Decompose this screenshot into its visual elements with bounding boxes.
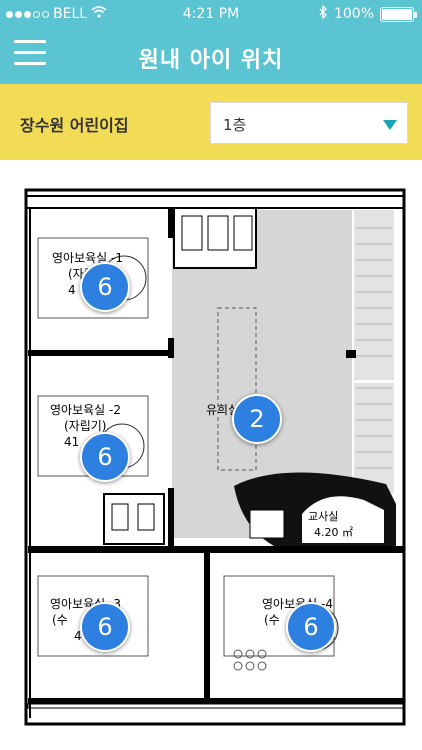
child-count-badge-infant-3[interactable]: 6 <box>80 602 130 652</box>
svg-text:(수: (수 <box>264 613 280 627</box>
page-title: 원내 아이 위치 <box>138 48 284 73</box>
school-name: 장수원 어린이집 <box>20 116 129 135</box>
child-count-badge-infant-4[interactable]: 6 <box>286 602 336 652</box>
floor-select[interactable]: 1층 <box>210 102 408 144</box>
svg-text:(자립기): (자립기) <box>64 419 106 433</box>
child-count-badge-infant-2[interactable]: 6 <box>80 432 130 482</box>
svg-text:교사실: 교사실 <box>308 510 338 523</box>
floor-select-value: 1층 <box>223 116 247 134</box>
svg-text:(수: (수 <box>52 613 68 627</box>
svg-text:4.20 ㎡: 4.20 ㎡ <box>314 526 353 539</box>
child-count-badge-infant-1[interactable]: 6 <box>80 262 130 312</box>
svg-text:4: 4 <box>68 283 76 297</box>
svg-text:41: 41 <box>64 435 79 449</box>
floor-plan-map: 영아보육실 -1 (자립기) 4 영아보육실 -2 (자립기) 41 유희실/목… <box>24 188 406 726</box>
header: 원내 아이 위치 <box>0 28 422 84</box>
svg-text:영아보육실 -2: 영아보육실 -2 <box>50 403 121 417</box>
status-right: 100% <box>318 4 417 23</box>
bluetooth-icon <box>318 4 328 23</box>
status-bar: BELL 4:21 PM 100% <box>0 0 422 28</box>
child-count-badge-play[interactable]: 2 <box>232 394 282 444</box>
filter-bar: 장수원 어린이집 1층 <box>0 84 422 160</box>
battery-icon <box>380 6 417 22</box>
chevron-down-icon <box>383 120 397 130</box>
battery-percent: 100% <box>333 6 374 22</box>
